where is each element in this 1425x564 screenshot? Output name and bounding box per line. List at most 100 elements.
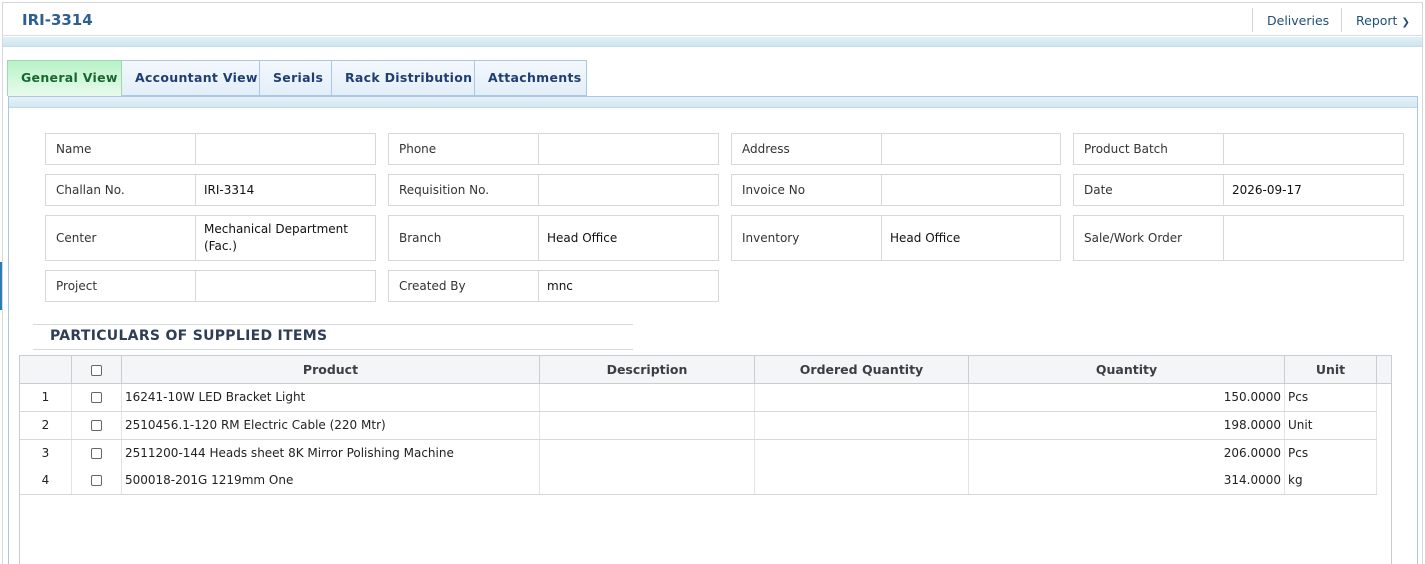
description-cell: [540, 440, 755, 467]
column-header-quantity[interactable]: Quantity: [969, 356, 1285, 384]
inventory-value: Head Office: [890, 230, 961, 245]
phone-field: Phone: [388, 133, 719, 165]
name-value: [204, 134, 369, 164]
row-checkbox-cell: [72, 412, 122, 439]
header-band: [3, 37, 1422, 47]
branch-field: Branch Head Office: [388, 215, 719, 261]
quantity-cell: 150.0000: [969, 384, 1285, 411]
inventory-field: Inventory Head Office: [731, 215, 1061, 261]
challan-no-value: IRI-3314: [204, 182, 255, 197]
address-field: Address: [731, 133, 1061, 165]
row-number: 3: [20, 440, 72, 467]
project-value: [204, 271, 369, 301]
created-by-value: mnc: [547, 278, 573, 293]
column-header-description[interactable]: Description: [540, 356, 755, 384]
center-field: Center Mechanical Department (Fac.): [45, 215, 376, 261]
row-number: 1: [20, 384, 72, 411]
unit-cell: kg: [1285, 467, 1377, 494]
select-all-checkbox[interactable]: [91, 365, 102, 376]
date-field: Date 2026-09-17: [1073, 174, 1404, 206]
branch-value: Head Office: [547, 230, 618, 245]
ordered-quantity-cell: [755, 440, 969, 467]
tab-accountant-view[interactable]: Accountant View: [122, 60, 260, 96]
requisition-no-label: Requisition No.: [389, 175, 539, 205]
table-row[interactable]: 3 2511200-144 Heads sheet 8K Mirror Poli…: [20, 440, 1377, 468]
section-divider: [33, 349, 633, 350]
created-by-field: Created By mnc: [388, 270, 719, 302]
row-checkbox[interactable]: [91, 475, 102, 486]
invoice-no-field: Invoice No: [731, 174, 1061, 206]
ordered-quantity-cell: [755, 412, 969, 439]
description-cell: [540, 412, 755, 439]
project-label: Project: [46, 271, 196, 301]
row-number: 2: [20, 412, 72, 439]
row-checkbox-cell: [72, 384, 122, 411]
table-row[interactable]: 2 2510456.1-120 RM Electric Cable (220 M…: [20, 412, 1377, 440]
sale-work-order-value: [1232, 216, 1397, 260]
product-batch-field: Product Batch: [1073, 133, 1404, 165]
deliveries-link[interactable]: Deliveries: [1267, 13, 1329, 28]
table-header: Product Description Ordered Quantity Qua…: [20, 356, 1391, 384]
row-checkbox-cell: [72, 467, 122, 494]
invoice-no-label: Invoice No: [732, 175, 882, 205]
report-label: Report: [1356, 13, 1398, 28]
center-value: Mechanical Department (Fac.): [204, 222, 348, 253]
left-edge-marker: [0, 262, 2, 310]
project-field: Project: [45, 270, 376, 302]
inventory-label: Inventory: [732, 216, 882, 260]
date-value: 2026-09-17: [1232, 182, 1302, 197]
section-divider: [33, 324, 633, 325]
tab-serials[interactable]: Serials: [260, 60, 332, 96]
date-label: Date: [1074, 175, 1224, 205]
product-batch-label: Product Batch: [1074, 134, 1224, 164]
challan-no-label: Challan No.: [46, 175, 196, 205]
address-label: Address: [732, 134, 882, 164]
select-all-header: [72, 356, 122, 384]
product-batch-value: [1232, 134, 1397, 164]
tab-attachments[interactable]: Attachments: [475, 60, 587, 96]
quantity-cell: 198.0000: [969, 412, 1285, 439]
tab-rack-distribution[interactable]: Rack Distribution: [332, 60, 475, 96]
invoice-no-value: [890, 175, 1054, 205]
table-row[interactable]: 1 16241-10W LED Bracket Light 150.0000 P…: [20, 384, 1377, 412]
requisition-no-value: [547, 175, 712, 205]
header-divider: [1341, 8, 1342, 32]
tab-general-view[interactable]: General View: [7, 60, 122, 96]
ordered-quantity-cell: [755, 467, 969, 494]
items-section-title: PARTICULARS OF SUPPLIED ITEMS: [50, 328, 328, 344]
center-label: Center: [46, 216, 196, 260]
table-row[interactable]: 4 500018-201G 1219mm One 314.0000 kg: [20, 467, 1377, 495]
ordered-quantity-cell: [755, 384, 969, 411]
row-checkbox[interactable]: [91, 392, 102, 403]
created-by-label: Created By: [389, 271, 539, 301]
panel-band: [9, 97, 1417, 108]
sale-work-order-label: Sale/Work Order: [1074, 216, 1224, 260]
sale-work-order-field: Sale/Work Order: [1073, 215, 1404, 261]
unit-cell: Pcs: [1285, 440, 1377, 467]
quantity-cell: 206.0000: [969, 440, 1285, 467]
branch-label: Branch: [389, 216, 539, 260]
row-checkbox[interactable]: [91, 420, 102, 431]
unit-cell: Pcs: [1285, 384, 1377, 411]
column-header-unit[interactable]: Unit: [1285, 356, 1377, 384]
description-cell: [540, 384, 755, 411]
unit-cell: Unit: [1285, 412, 1377, 439]
page-title: IRI-3314: [22, 11, 93, 29]
row-number-header: [20, 356, 72, 384]
name-label: Name: [46, 134, 196, 164]
requisition-no-field: Requisition No.: [388, 174, 719, 206]
column-header-ordered-quantity[interactable]: Ordered Quantity: [755, 356, 969, 384]
phone-label: Phone: [389, 134, 539, 164]
items-table: Product Description Ordered Quantity Qua…: [19, 355, 1392, 564]
description-cell: [540, 467, 755, 494]
chevron-down-icon: ❯: [1401, 17, 1410, 28]
header-divider: [1252, 8, 1253, 32]
phone-value: [547, 134, 712, 164]
row-number: 4: [20, 467, 72, 494]
column-header-product[interactable]: Product: [122, 356, 540, 384]
report-dropdown[interactable]: Report ❯: [1356, 13, 1410, 28]
challan-no-field: Challan No. IRI-3314: [45, 174, 376, 206]
product-cell: 2511200-144 Heads sheet 8K Mirror Polish…: [122, 440, 540, 467]
row-checkbox[interactable]: [91, 448, 102, 459]
product-cell: 500018-201G 1219mm One: [122, 467, 540, 494]
